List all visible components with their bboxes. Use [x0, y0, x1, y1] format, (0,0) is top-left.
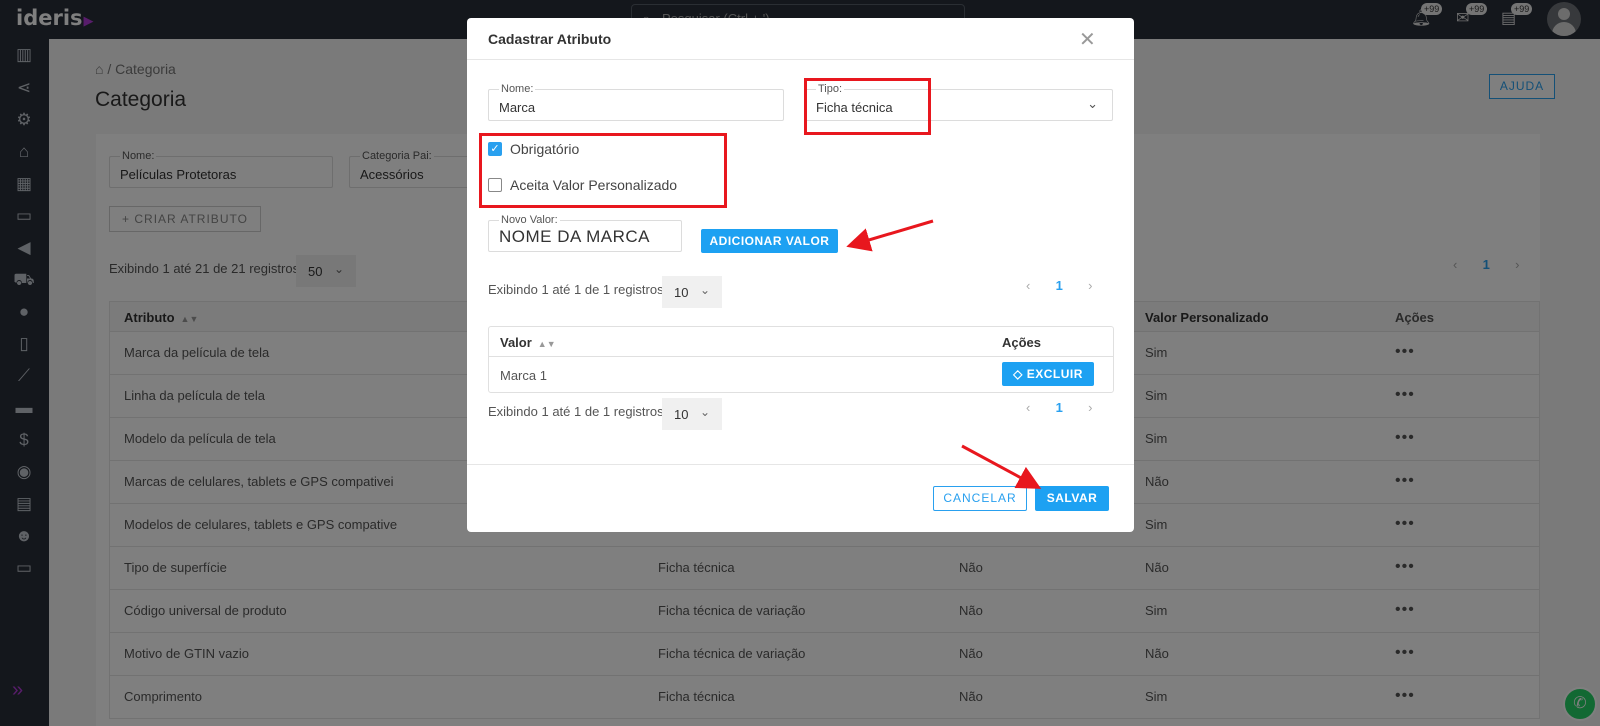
arrow-save: [961, 444, 1042, 489]
arrow-add-value: [846, 219, 934, 252]
annotation-arrows: [846, 219, 1042, 489]
